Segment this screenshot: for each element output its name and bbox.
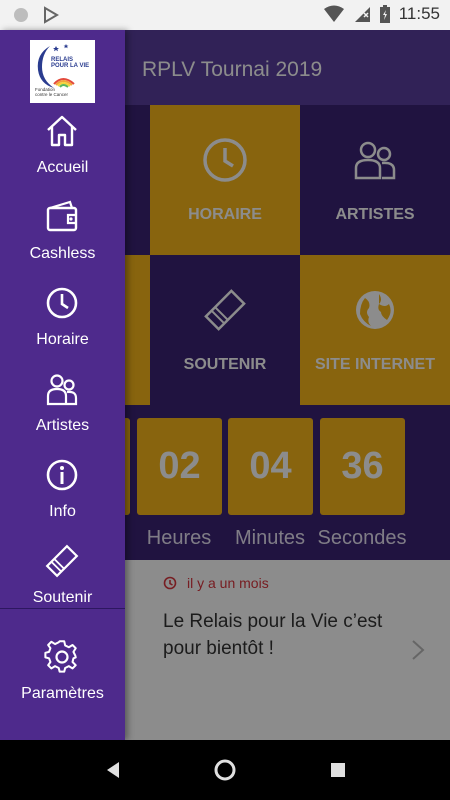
back-icon[interactable] — [103, 760, 123, 780]
drawer-item-parametres[interactable]: Paramètres — [0, 639, 125, 725]
recents-icon[interactable] — [329, 761, 347, 779]
play-store-icon — [44, 6, 59, 24]
circle-notification-icon — [14, 8, 28, 22]
gear-icon — [44, 640, 77, 673]
drawer-divider — [0, 608, 125, 609]
info-icon — [46, 459, 78, 491]
drawer-item-horaire[interactable]: Horaire — [0, 285, 125, 371]
relais-logo: RELAIS POUR LA VIE Fondation contre le Can… — [30, 40, 95, 103]
battery-icon — [379, 5, 390, 23]
system-nav-bar — [0, 740, 450, 800]
drawer-item-label: Cashless — [29, 245, 96, 262]
drawer-item-soutenir[interactable]: Soutenir — [0, 543, 125, 629]
clock-icon — [46, 287, 78, 319]
signal-icon — [354, 7, 370, 22]
drawer-item-cashless[interactable]: Cashless — [0, 199, 125, 285]
drawer-item-label: Paramètres — [21, 685, 104, 702]
wallet-icon — [46, 200, 78, 232]
status-bar: 11:55 — [0, 0, 450, 30]
logo-tagline2: contre le Cancer — [35, 92, 69, 97]
ticket-icon — [45, 544, 79, 578]
status-time: 11:55 — [398, 4, 440, 23]
logo-text: RELAIS POUR LA VIE — [51, 57, 89, 69]
wifi-icon — [323, 5, 344, 22]
home-icon — [47, 115, 77, 147]
navigation-drawer: RELAIS POUR LA VIE Fondation contre le Can… — [0, 30, 125, 740]
drawer-item-label: Soutenir — [32, 589, 93, 606]
drawer-item-artistes[interactable]: Artistes — [0, 371, 125, 457]
people-icon — [46, 374, 78, 406]
logo-line2: POUR LA VIE — [51, 63, 90, 69]
logo-tagline: Fondation contre le Cancer — [35, 87, 68, 97]
drawer-item-accueil[interactable]: Accueil — [0, 113, 125, 199]
drawer-item-label: Info — [49, 503, 76, 520]
home-button-icon[interactable] — [213, 758, 237, 782]
drawer-item-info[interactable]: Info — [0, 457, 125, 543]
drawer-item-label: Accueil — [36, 159, 89, 176]
drawer-item-label: Horaire — [36, 331, 89, 348]
drawer-item-label: Artistes — [35, 417, 90, 434]
